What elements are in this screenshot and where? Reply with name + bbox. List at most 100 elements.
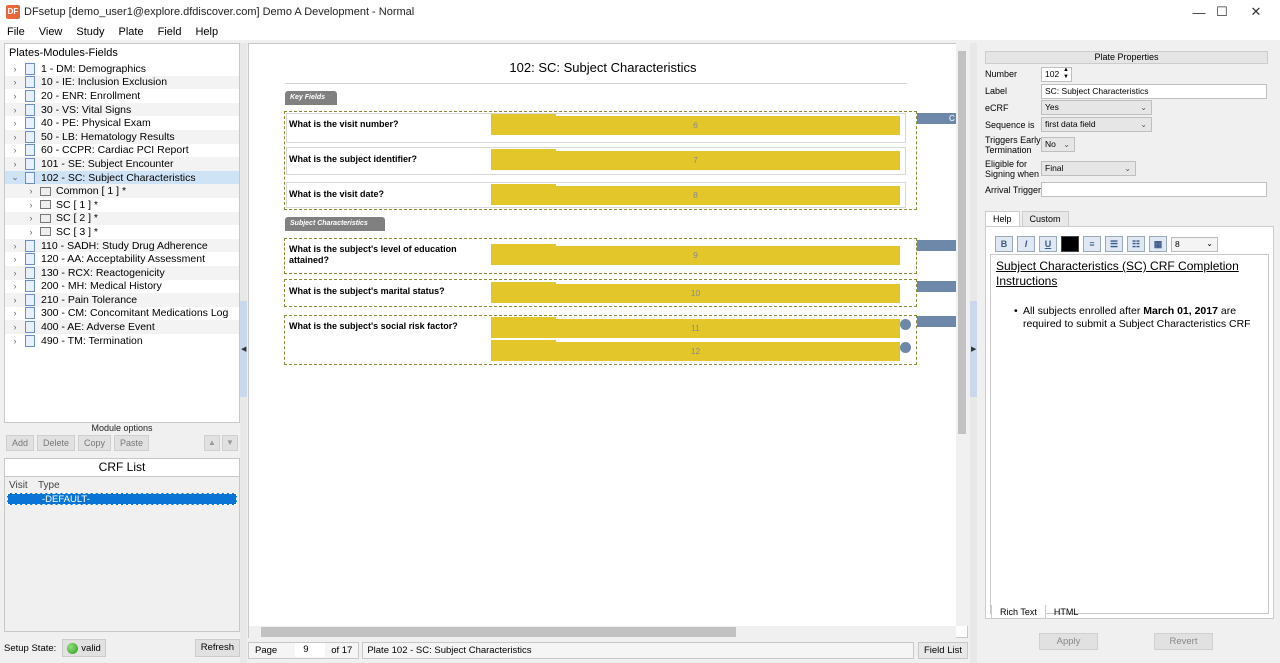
eligible-select[interactable]: Final ⌄ [1041, 161, 1136, 176]
section-tab-key-fields[interactable]: Key Fields [285, 91, 337, 105]
chevron-right-icon[interactable]: › [9, 105, 21, 115]
tree-plate-item[interactable]: › 490 - TM: Termination [5, 334, 239, 348]
indent-icon[interactable]: ☷ [1127, 236, 1145, 252]
chevron-right-icon[interactable]: › [9, 254, 21, 264]
chevron-right-icon[interactable]: › [9, 145, 21, 155]
crf-list-row[interactable]: -DEFAULT- [7, 493, 237, 505]
underline-icon[interactable]: U [1039, 236, 1057, 252]
chevron-right-icon[interactable]: › [9, 118, 21, 128]
tree-plate-item[interactable]: › 40 - PE: Physical Exam [5, 116, 239, 130]
font-size-select[interactable]: 8 ⌄ [1171, 236, 1218, 252]
tree-plate-item[interactable]: › 120 - AA: Acceptability Assessment [5, 252, 239, 266]
data-field[interactable]: 12 [491, 340, 900, 361]
tree-plate-item[interactable]: › 130 - RCX: Reactogenicity [5, 265, 239, 280]
tree-plate-item[interactable]: › 20 - ENR: Enrollment [5, 89, 239, 103]
chevron-right-icon[interactable]: › [9, 64, 21, 74]
chevron-right-icon[interactable]: › [9, 159, 21, 169]
tree-plate-item[interactable]: › 60 - CCPR: Cardiac PCI Report [5, 144, 239, 158]
chevron-right-icon[interactable]: › [9, 91, 21, 101]
label-field[interactable]: SC: Subject Characteristics [1041, 84, 1267, 99]
canvas-horizontal-scrollbar[interactable] [249, 626, 956, 638]
tree-module-item[interactable]: › SC [ 2 ] * [5, 211, 239, 226]
revert-button[interactable]: Revert [1154, 633, 1213, 650]
chevron-right-icon[interactable]: › [25, 200, 37, 210]
bold-icon[interactable]: B [995, 236, 1013, 252]
number-stepper[interactable]: 102 ▲ ▼ [1041, 67, 1072, 82]
italic-icon[interactable]: I [1017, 236, 1035, 252]
collapse-left-icon[interactable]: ◀ [241, 345, 246, 353]
tree-plate-item[interactable]: › 300 - CM: Concomitant Medications Log [5, 307, 239, 321]
menu-field[interactable]: Field [151, 26, 189, 38]
page-input[interactable]: 9 [295, 643, 326, 657]
data-field[interactable]: 10 [491, 282, 900, 303]
list-icon[interactable]: ☰ [1105, 236, 1123, 252]
apply-button[interactable]: Apply [1039, 633, 1098, 650]
left-splitter[interactable]: ◀ [240, 43, 247, 663]
vertical-scroll-thumb[interactable] [958, 51, 966, 434]
chevron-right-icon[interactable]: › [25, 186, 37, 196]
tree-module-item[interactable]: › SC [ 1 ] * [5, 198, 239, 212]
chevron-right-icon[interactable]: › [9, 308, 21, 318]
tree-module-item[interactable]: › Common [ 1 ] * [5, 184, 239, 198]
delete-button[interactable]: Delete [37, 435, 76, 451]
menu-help[interactable]: Help [188, 26, 225, 38]
chevron-right-icon[interactable]: › [9, 336, 21, 346]
menu-plate[interactable]: Plate [112, 26, 151, 38]
field-list-button[interactable]: Field List [917, 641, 968, 659]
copy-button[interactable]: Copy [78, 435, 112, 451]
tree-plate-item[interactable]: › 10 - IE: Inclusion Exclusion [5, 75, 239, 90]
data-field[interactable]: 6 [491, 114, 900, 135]
stepper-arrows-icon[interactable]: ▲ ▼ [1063, 67, 1069, 81]
section-tab-subject-characteristics[interactable]: Subject Characteristics [285, 217, 385, 231]
chevron-right-icon[interactable]: › [9, 295, 21, 305]
chevron-down-icon[interactable]: ⌄ [9, 172, 21, 183]
align-icon[interactable]: ≡ [1083, 236, 1101, 252]
collapse-right-icon[interactable]: ▶ [971, 345, 976, 353]
tree-plate-item[interactable]: › 210 - Pain Tolerance [5, 293, 239, 307]
horizontal-scroll-thumb[interactable] [261, 627, 736, 637]
text-color-icon[interactable] [1061, 236, 1079, 252]
rich-text-editor[interactable]: Subject Characteristics (SC) CRF Complet… [990, 254, 1269, 614]
canvas-vertical-scrollbar[interactable] [956, 43, 968, 626]
plate-canvas[interactable]: 102: SC: Subject Characteristics Key Fie… [248, 43, 968, 638]
sequence-select[interactable]: first data field ⌄ [1041, 117, 1152, 132]
tree-plate-item[interactable]: › 1 - DM: Demographics [5, 62, 239, 76]
arrival-trigger-field[interactable] [1041, 182, 1267, 197]
right-splitter[interactable]: ▶ [970, 43, 977, 663]
chevron-right-icon[interactable]: › [9, 132, 21, 142]
close-window-button[interactable]: ✕ [1233, 0, 1279, 24]
move-up-icon[interactable]: ▲ [204, 435, 220, 451]
data-field[interactable]: 9 [491, 244, 900, 265]
tree-plate-item[interactable]: › 50 - LB: Hematology Results [5, 129, 239, 144]
tree-plate-item[interactable]: › 110 - SADH: Study Drug Adherence [5, 238, 239, 253]
tree-plate-item[interactable]: › 400 - AE: Adverse Event [5, 320, 239, 334]
triggers-select[interactable]: No ⌄ [1041, 137, 1075, 152]
tree-module-item[interactable]: › SC [ 3 ] * [5, 225, 239, 239]
menu-study[interactable]: Study [69, 26, 111, 38]
tab-custom[interactable]: Custom [1021, 211, 1069, 226]
tree-plate-item[interactable]: › 200 - MH: Medical History [5, 280, 239, 294]
tree-plate-item[interactable]: › 30 - VS: Vital Signs [5, 102, 239, 117]
paste-button[interactable]: Paste [114, 435, 150, 451]
refresh-button[interactable]: Refresh [194, 639, 240, 657]
data-field[interactable]: 7 [491, 149, 900, 170]
chevron-right-icon[interactable]: › [9, 268, 21, 278]
chevron-right-icon[interactable]: › [25, 213, 37, 223]
tab-rich-text[interactable]: Rich Text [991, 605, 1046, 619]
add-button[interactable]: Add [6, 435, 35, 451]
tab-help[interactable]: Help [985, 211, 1020, 226]
chevron-right-icon[interactable]: › [25, 227, 37, 237]
chevron-right-icon[interactable]: › [9, 241, 21, 251]
data-field[interactable]: 11 [491, 317, 900, 338]
tab-html[interactable]: HTML [1046, 605, 1087, 619]
tree-plate-item[interactable]: › 101 - SE: Subject Encounter [5, 157, 239, 171]
tree-plate-item[interactable]: ⌄ 102 - SC: Subject Characteristics [5, 170, 239, 185]
chevron-right-icon[interactable]: › [9, 77, 21, 87]
data-field[interactable]: 8 [491, 184, 900, 205]
ecrf-select[interactable]: Yes ⌄ [1041, 100, 1152, 115]
menu-file[interactable]: File [0, 26, 32, 38]
chevron-right-icon[interactable]: › [9, 281, 21, 291]
chevron-right-icon[interactable]: › [9, 322, 21, 332]
menu-view[interactable]: View [32, 26, 70, 38]
insert-table-icon[interactable]: ▦ [1149, 236, 1167, 252]
